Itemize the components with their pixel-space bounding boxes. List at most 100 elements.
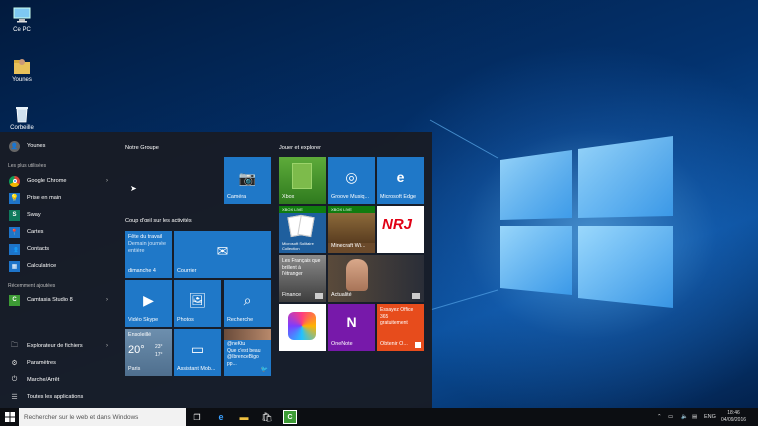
tile-calendar[interactable]: Fête du travail Demain journée entière d…: [125, 231, 172, 278]
tweet-line: @IbrenceBigo: [227, 354, 259, 360]
tile-label: Microsoft Solitaire Collection: [282, 241, 314, 251]
tile-camera[interactable]: 📷 Caméra: [224, 157, 271, 204]
clock-date: 04/09/2016: [721, 417, 747, 423]
sway-icon: S: [9, 209, 20, 221]
user-name: Younes: [27, 143, 46, 149]
app-maps[interactable]: 📍 Cartes: [0, 224, 116, 240]
xbox-avatar-image: [292, 163, 312, 189]
lightbulb-icon: 💡: [9, 192, 20, 204]
app-camtasia[interactable]: C Camtasia Studio 8 ›: [0, 292, 116, 308]
finance-headline: Les Français que: [282, 258, 321, 264]
app-get-started[interactable]: 💡 Prise en main: [0, 190, 116, 206]
power-button[interactable]: ⏻ Marche/Arrêt: [0, 372, 116, 388]
group-heading-notre: Notre Groupe: [125, 145, 159, 151]
calendar-event-detail: entière: [128, 248, 145, 254]
app-calculator[interactable]: ▦ Calculatrice: [0, 258, 116, 274]
tile-twitter[interactable]: @neKtu Que c'est beau @IbrenceBigo pp...…: [224, 329, 271, 376]
power-icon: ⏻: [11, 376, 18, 383]
desktop-icon-recycle-bin[interactable]: Corbeille: [4, 104, 40, 131]
chevron-right-icon[interactable]: ›: [106, 297, 108, 303]
mail-icon: ✉: [216, 243, 229, 259]
app-contacts[interactable]: 👥 Contacts: [0, 241, 116, 257]
app-sway[interactable]: S Sway: [0, 207, 116, 223]
store-icon: 🛍: [261, 411, 273, 422]
tile-news[interactable]: Actualité: [328, 255, 424, 302]
file-explorer-button[interactable]: 🗀 Explorateur de fichiers ›: [0, 338, 116, 354]
weather-condition: Ensoleillé: [128, 332, 152, 338]
news-icon: [315, 293, 323, 299]
tile-groove-music[interactable]: ◎ Groove Musiq...: [328, 157, 375, 204]
app-label: Prise en main: [27, 195, 62, 201]
folder-icon: 🗀: [11, 341, 18, 349]
chevron-right-icon[interactable]: ›: [106, 178, 108, 184]
tile-search[interactable]: ⌕ Recherche: [224, 280, 271, 327]
app-label: Sway: [27, 212, 41, 218]
camtasia-icon: C: [9, 294, 20, 306]
start-left-column: 👤 Younes Les plus utilisées Google Chrom…: [0, 132, 116, 408]
tile-solitaire[interactable]: XBOX LIVE Microsoft Solitaire Collection: [279, 206, 326, 253]
twitter-bird-icon: 🐦: [260, 367, 268, 373]
settings-button[interactable]: ⚙ Paramètres: [0, 355, 116, 371]
search-input[interactable]: Rechercher sur le web et dans Windows: [19, 408, 186, 426]
group-heading-play: Jouer et explorer: [279, 145, 321, 151]
tile-picsart[interactable]: [279, 304, 326, 351]
taskbar-store-button[interactable]: 🛍: [260, 410, 274, 424]
weather-city: Paris: [128, 366, 141, 372]
tray-message-icon[interactable]: ▤: [692, 408, 697, 426]
taskbar-explorer-button[interactable]: ▬: [237, 410, 251, 424]
taskbar-edge-button[interactable]: e: [214, 410, 228, 424]
tile-weather[interactable]: Ensoleillé 20° 23° 17° Paris: [125, 329, 172, 376]
tile-photos[interactable]: 🖼 Photos: [174, 280, 221, 327]
weather-temperature: 20°: [128, 344, 145, 356]
edge-icon: e: [218, 412, 224, 422]
calendar-event-detail: Demain journée: [128, 241, 167, 247]
app-label: Camtasia Studio 8: [27, 297, 73, 303]
calendar-day: dimanche 4: [128, 268, 156, 274]
search-icon: ⌕: [243, 292, 252, 308]
start-button[interactable]: [3, 410, 17, 424]
tray-chevron-up-icon[interactable]: ⌃: [657, 408, 662, 426]
search-placeholder: Rechercher sur le web et dans Windows: [24, 413, 139, 421]
tile-phone-assistant[interactable]: ▭ Assistant Mob...: [174, 329, 221, 376]
xbox-live-badge: XBOX LIVE: [279, 206, 326, 213]
desktop-icon-this-pc[interactable]: Ce PC: [4, 6, 40, 33]
tile-nrj[interactable]: NRJ: [377, 206, 424, 253]
tile-onenote[interactable]: N OneNote: [328, 304, 375, 351]
user-account-button[interactable]: 👤 Younes: [0, 138, 116, 154]
taskbar-camtasia-button[interactable]: C: [283, 410, 297, 424]
tile-edge[interactable]: e Microsoft Edge: [377, 157, 424, 204]
tray-network-icon[interactable]: ▭: [668, 408, 673, 426]
weather-low: 17°: [155, 352, 163, 358]
chevron-right-icon[interactable]: ›: [106, 343, 108, 349]
app-label: Explorateur de fichiers: [27, 343, 83, 349]
tile-label: Vidéo Skype: [128, 317, 159, 323]
tile-skype-video[interactable]: ▶ Vidéo Skype: [125, 280, 172, 327]
mouse-cursor: ➤: [130, 184, 137, 193]
news-icon: [412, 293, 420, 299]
tile-mail[interactable]: ✉ Courrier: [174, 231, 271, 278]
tray-language[interactable]: ENG: [704, 408, 716, 426]
tile-get-office[interactable]: Essayez Office 365 gratuitement Obtenir …: [377, 304, 424, 351]
recently-added-heading: Récemment ajoutées: [8, 283, 56, 289]
tile-label: Recherche: [227, 317, 254, 323]
camtasia-icon: C: [287, 413, 293, 421]
office-promo-line: Essayez Office: [380, 307, 414, 313]
tray-clock[interactable]: 18:46 04/09/2016: [721, 408, 746, 426]
card-image: [297, 214, 315, 238]
tile-minecraft[interactable]: XBOX LIVE Minecraft Wi...: [328, 206, 375, 253]
computer-icon: [12, 6, 32, 24]
tile-label: Photos: [177, 317, 194, 323]
tile-label: Caméra: [227, 194, 247, 200]
weather-high: 23°: [155, 344, 163, 350]
edge-icon: e: [396, 169, 405, 185]
desktop-icon-user-folder[interactable]: Younes: [4, 56, 40, 83]
tile-xbox[interactable]: Xbox: [279, 157, 326, 204]
app-google-chrome[interactable]: Google Chrome ›: [0, 173, 116, 189]
app-label: Toutes les applications: [27, 394, 84, 400]
tile-finance[interactable]: Les Français que brillent à l'étranger F…: [279, 255, 326, 302]
tray-volume-icon[interactable]: 🔈: [681, 408, 688, 426]
task-view-button[interactable]: ❐: [190, 410, 204, 424]
tile-label: Minecraft Wi...: [331, 243, 366, 249]
onenote-icon: N: [346, 314, 357, 330]
all-apps-button[interactable]: ☰ Toutes les applications: [0, 389, 116, 405]
